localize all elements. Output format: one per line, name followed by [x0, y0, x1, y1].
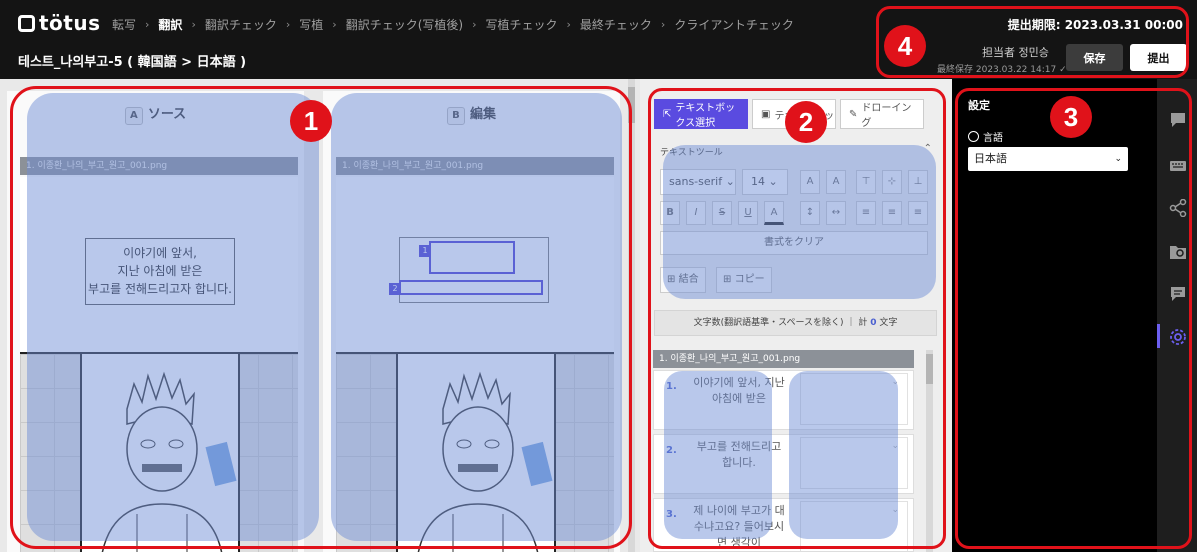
- workflow-step[interactable]: 翻訳チェック(写植後): [346, 16, 463, 33]
- logo-mark-icon: [18, 14, 35, 32]
- step-separator-icon: ›: [566, 18, 571, 31]
- callout-label-4: 4: [884, 25, 926, 67]
- workflow-steps: 転写 › 翻訳 › 翻訳チェック › 写植 › 翻訳チェック(写植後) › 写植チェック › 最終チェッ…: [112, 16, 794, 33]
- app-root: tötus 転写 › 翻訳 › 翻訳チェック › 写植 › 翻訳チェック(写植後) › 写植チェック…: [0, 0, 1197, 552]
- workflow-step[interactable]: 翻訳チェック: [205, 16, 277, 33]
- step-separator-icon: ›: [472, 18, 477, 31]
- workflow-step[interactable]: 写植: [299, 16, 323, 33]
- callout-box-1: [10, 86, 632, 549]
- logo[interactable]: tötus: [18, 11, 101, 35]
- project-title: 테스트_나의부고-5 ( 韓国語 > 日本語 ): [18, 55, 247, 70]
- step-separator-icon: ›: [660, 18, 666, 31]
- callout-box-2: [648, 88, 946, 549]
- workflow-step[interactable]: 翻訳: [158, 16, 182, 33]
- step-separator-icon: ›: [285, 18, 291, 31]
- logo-text: tötus: [39, 11, 101, 35]
- step-separator-icon: ›: [332, 18, 337, 31]
- callout-label-3: 3: [1050, 96, 1092, 138]
- workflow-step[interactable]: 最終チェック: [580, 16, 652, 33]
- callout-box-3: [955, 88, 1192, 549]
- step-separator-icon: ›: [191, 18, 196, 31]
- workflow-step[interactable]: 転写: [112, 16, 136, 33]
- callout-label-2: 2: [785, 101, 827, 143]
- step-separator-icon: ›: [145, 18, 150, 31]
- callout-label-1: 1: [290, 100, 332, 142]
- workflow-step[interactable]: 写植チェック: [485, 16, 557, 33]
- workflow-step[interactable]: クライアントチェック: [674, 16, 794, 33]
